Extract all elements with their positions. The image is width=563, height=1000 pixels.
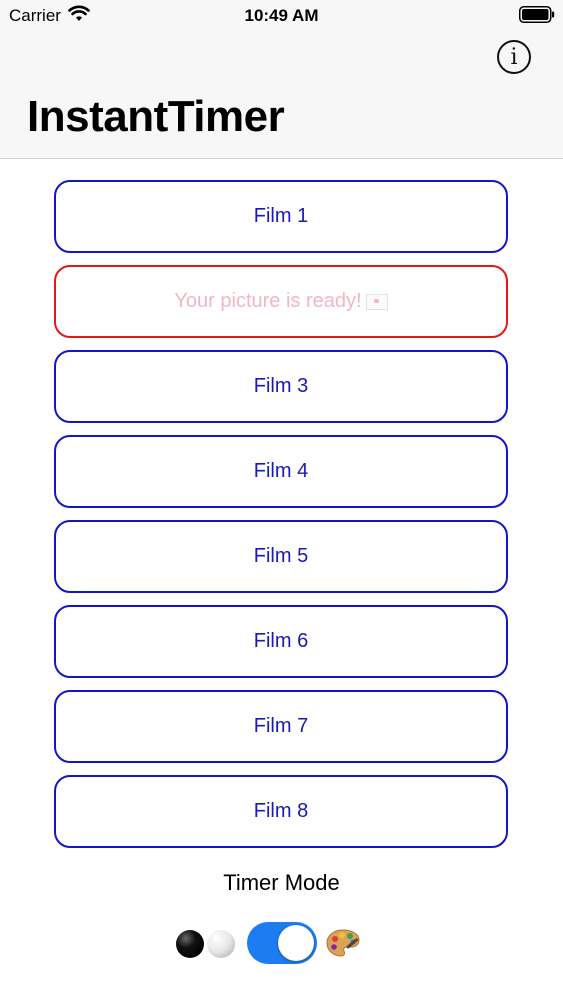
status-bar: Carrier 10:49 AM bbox=[0, 0, 563, 30]
info-icon: i bbox=[510, 44, 518, 70]
film-1-button[interactable]: Film 1 bbox=[54, 180, 508, 253]
film-8-button[interactable]: Film 8 bbox=[54, 775, 508, 848]
palette-icon bbox=[326, 929, 360, 957]
clock: 10:49 AM bbox=[244, 6, 319, 25]
film-3-button[interactable]: Film 3 bbox=[54, 350, 508, 423]
film-list: Film 1 Your picture is ready! Film 3 Fil… bbox=[54, 180, 508, 860]
envelope-icon bbox=[365, 293, 388, 310]
film-button-label: Film 8 bbox=[253, 800, 309, 822]
film-button-label: Film 5 bbox=[253, 545, 309, 567]
film-button-label: Your picture is ready! bbox=[174, 290, 362, 312]
film-button-label: Film 4 bbox=[253, 460, 309, 482]
battery-icon bbox=[519, 6, 555, 23]
film-5-button[interactable]: Film 5 bbox=[54, 520, 508, 593]
film-2-ready-button[interactable]: Your picture is ready! bbox=[54, 265, 508, 338]
film-button-label: Film 1 bbox=[253, 205, 309, 227]
toggle-knob bbox=[278, 925, 314, 961]
app-screen: Carrier 10:49 AM i InstantTimer Film 1 Y… bbox=[0, 0, 563, 1000]
info-button[interactable]: i bbox=[497, 40, 531, 74]
film-7-button[interactable]: Film 7 bbox=[54, 690, 508, 763]
page-title: InstantTimer bbox=[27, 92, 285, 141]
timer-mode-toggle[interactable] bbox=[247, 922, 317, 964]
film-button-label: Film 3 bbox=[253, 375, 309, 397]
film-6-button[interactable]: Film 6 bbox=[54, 605, 508, 678]
film-button-label: Film 7 bbox=[253, 715, 309, 737]
timer-mode-row bbox=[0, 920, 563, 966]
black-white-icon bbox=[176, 930, 235, 958]
timer-mode-label: Timer Mode bbox=[223, 870, 340, 895]
film-4-button[interactable]: Film 4 bbox=[54, 435, 508, 508]
navigation-bar: i InstantTimer bbox=[0, 30, 563, 159]
film-button-label: Film 6 bbox=[253, 630, 309, 652]
